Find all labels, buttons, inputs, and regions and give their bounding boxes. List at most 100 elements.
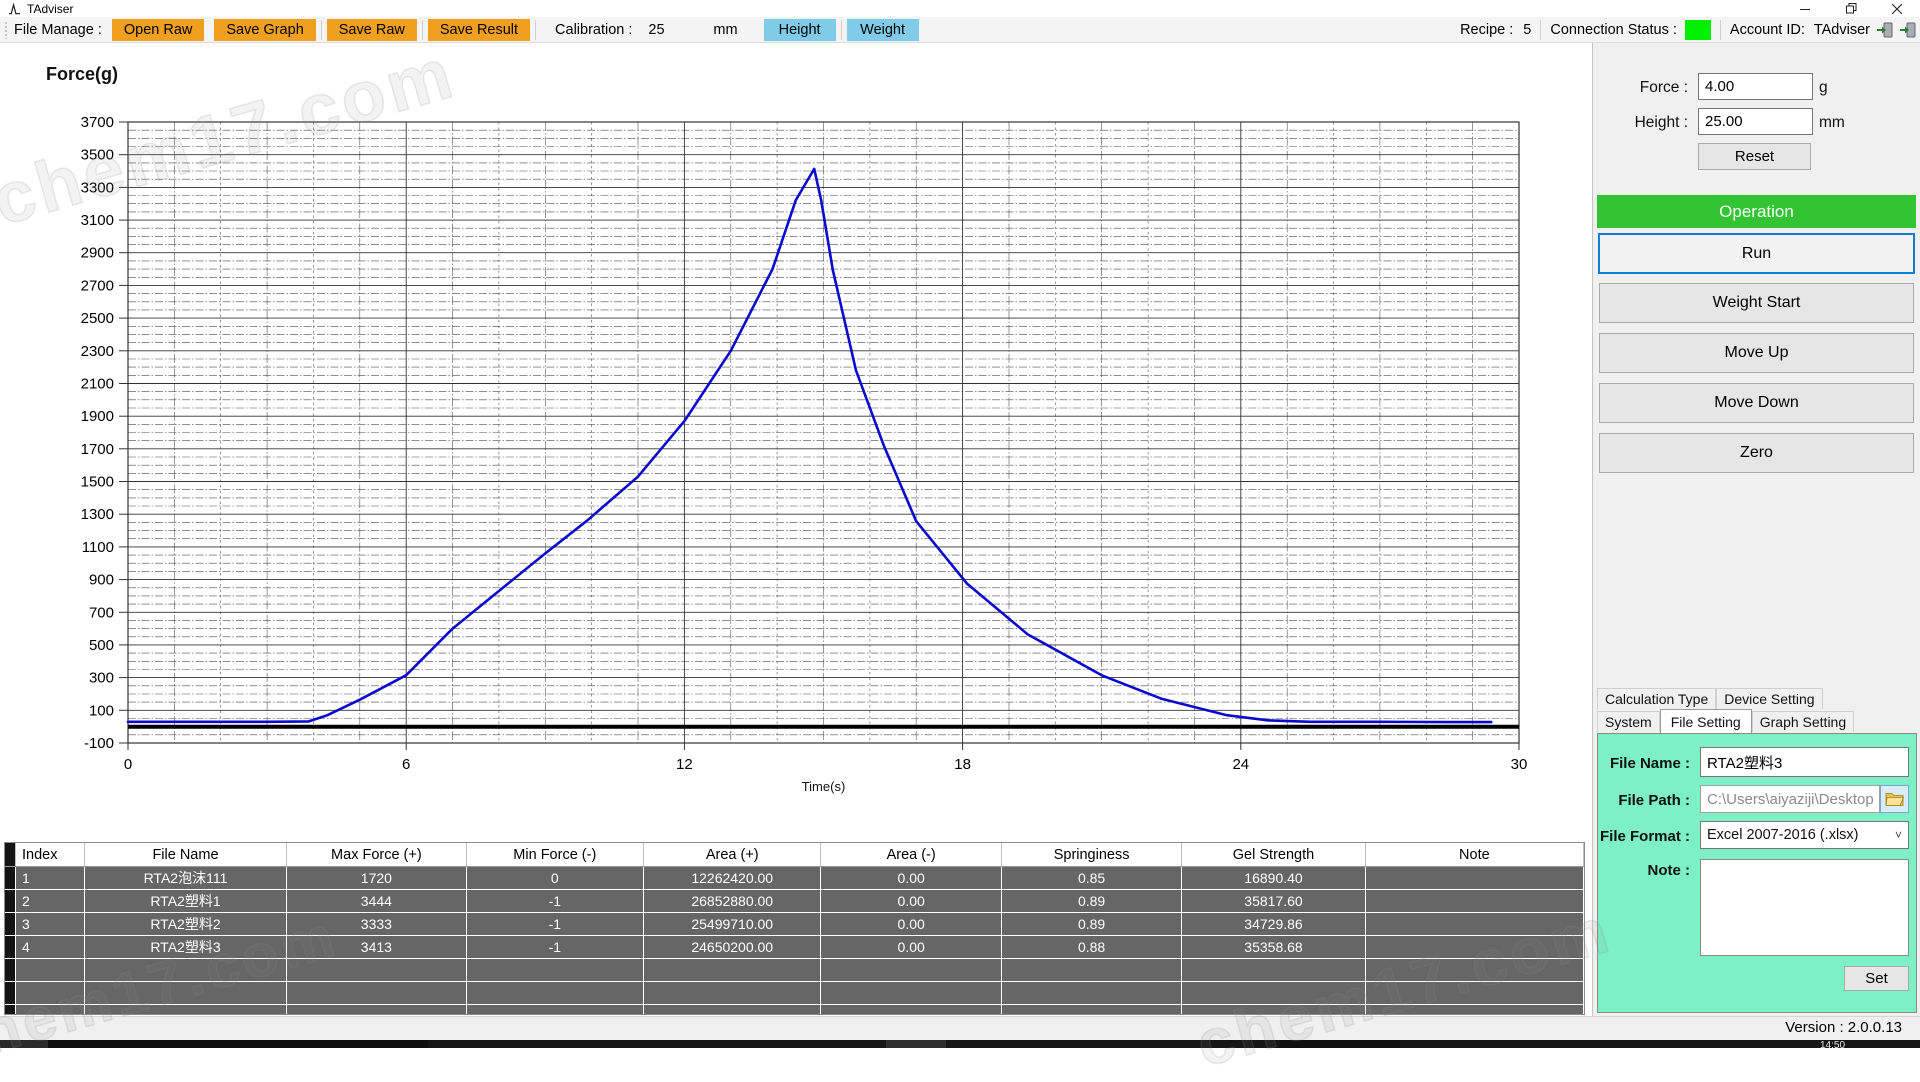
svg-text:1100: 1100: [82, 539, 114, 556]
calibration-value[interactable]: 25: [648, 22, 703, 38]
table-column-header: Area (-): [821, 843, 1001, 866]
row-header-cell: [5, 913, 16, 935]
table-cell: 35817.60: [1182, 890, 1365, 912]
reset-button[interactable]: Reset: [1698, 143, 1811, 170]
table-row[interactable]: [5, 982, 1584, 1005]
height-mode-button[interactable]: Height: [764, 19, 836, 41]
calibration-unit-label: mm: [713, 22, 737, 38]
file-format-value: Excel 2007-2016 (.xlsx): [1707, 827, 1859, 843]
svg-text:900: 900: [89, 572, 114, 589]
zero-button[interactable]: Zero: [1599, 433, 1914, 473]
table-column-header: Index: [16, 843, 85, 866]
file-setting-panel: File Name : File Path : File Format : Ex…: [1597, 733, 1917, 1013]
height-unit-label: mm: [1819, 114, 1845, 132]
move-up-button[interactable]: Move Up: [1599, 333, 1914, 373]
tab-system[interactable]: System: [1597, 711, 1660, 732]
force-unit-label: g: [1819, 79, 1828, 97]
table-column-header: Area (+): [644, 843, 821, 866]
table-cell: RTA2塑料1: [85, 890, 287, 912]
table-cell: 0.85: [1002, 867, 1182, 889]
toolbar-separator: [321, 20, 322, 40]
table-cell: [287, 982, 466, 1004]
file-name-input[interactable]: [1700, 747, 1909, 777]
chevron-down-icon: ˅: [1895, 828, 1902, 842]
table-row[interactable]: 1RTA2泡沫1111720012262420.000.000.8516890.…: [5, 867, 1584, 890]
weight-mode-button[interactable]: Weight: [847, 19, 919, 41]
row-header-cell: [5, 936, 16, 958]
results-table[interactable]: IndexFile NameMax Force (+)Min Force (-)…: [4, 842, 1585, 1015]
table-cell: 35358.68: [1182, 936, 1365, 958]
login-icon[interactable]: [1876, 22, 1893, 38]
logout-icon[interactable]: [1899, 22, 1916, 38]
file-path-label: File Path :: [1598, 792, 1690, 809]
calibration-label: Calibration :: [555, 22, 632, 38]
file-path-input[interactable]: [1700, 785, 1880, 813]
table-cell: [1002, 982, 1182, 1004]
save-graph-button[interactable]: Save Graph: [214, 19, 315, 41]
taskbar-apps-area[interactable]: [1280, 1040, 1400, 1048]
table-cell: [1002, 959, 1182, 981]
table-cell: [467, 982, 644, 1004]
svg-text:3700: 3700: [81, 114, 114, 131]
table-row[interactable]: 2RTA2塑料13444-126852880.000.000.8935817.6…: [5, 890, 1584, 913]
height-input[interactable]: [1698, 108, 1813, 135]
toolbar-separator: [841, 20, 842, 40]
table-cell: 0.00: [821, 890, 1001, 912]
table-column-header: Gel Strength: [1182, 843, 1365, 866]
table-cell: 12262420.00: [644, 867, 821, 889]
version-label: Version : 2.0.0.13: [1785, 1019, 1902, 1036]
note-textarea[interactable]: [1700, 859, 1909, 956]
windows-taskbar[interactable]: 14:50: [0, 1040, 1920, 1048]
set-button[interactable]: Set: [1844, 966, 1909, 991]
table-cell: -1: [467, 890, 644, 912]
toolbar-right-group: Recipe : 5 Connection Status : Account I…: [1460, 20, 1916, 40]
table-cell: [1182, 982, 1365, 1004]
taskbar-start-area[interactable]: [0, 1040, 48, 1048]
table-cell: RTA2塑料2: [85, 913, 287, 935]
run-button[interactable]: Run: [1598, 233, 1915, 274]
connection-status-indicator: [1685, 20, 1711, 40]
save-raw-button[interactable]: Save Raw: [327, 19, 417, 41]
table-cell: 3444: [287, 890, 466, 912]
save-result-button[interactable]: Save Result: [428, 19, 530, 41]
table-row[interactable]: [5, 959, 1584, 982]
move-down-button[interactable]: Move Down: [1599, 383, 1914, 423]
tab-graph-setting[interactable]: Graph Setting: [1752, 711, 1854, 732]
table-cell: [467, 959, 644, 981]
close-button[interactable]: [1874, 0, 1920, 17]
title-bar: TAdviser: [0, 0, 1920, 18]
svg-text:100: 100: [89, 702, 114, 719]
weight-start-button[interactable]: Weight Start: [1599, 283, 1914, 323]
table-cell: [85, 982, 287, 1004]
taskbar-apps-area[interactable]: [48, 1040, 428, 1048]
tab-calculation-type[interactable]: Calculation Type: [1597, 688, 1716, 709]
minimize-button[interactable]: [1782, 0, 1828, 17]
taskbar-clock: 14:50: [1820, 1040, 1845, 1048]
table-header-row: IndexFile NameMax Force (+)Min Force (-)…: [5, 843, 1584, 867]
table-cell: [1366, 1005, 1584, 1015]
taskbar-app-button[interactable]: [886, 1040, 946, 1048]
window-title: TAdviser: [27, 2, 73, 16]
force-input[interactable]: [1698, 73, 1813, 100]
file-manage-label: File Manage :: [14, 22, 102, 38]
svg-text:30: 30: [1511, 756, 1528, 773]
chart-x-axis-title: Time(s): [128, 779, 1519, 794]
height-input-label: Height :: [1593, 114, 1688, 132]
status-bar: Version : 2.0.0.13: [0, 1016, 1920, 1040]
svg-text:2500: 2500: [81, 310, 114, 327]
close-icon: [1892, 4, 1902, 14]
table-cell: 0.00: [821, 913, 1001, 935]
browse-folder-button[interactable]: [1880, 785, 1909, 813]
tab-device-setting[interactable]: Device Setting: [1716, 688, 1822, 709]
open-raw-button[interactable]: Open Raw: [112, 19, 205, 41]
table-row[interactable]: 4RTA2塑料33413-124650200.000.000.8835358.6…: [5, 936, 1584, 959]
tab-file-setting[interactable]: File Setting: [1660, 709, 1752, 733]
table-cell: [16, 959, 85, 981]
file-format-dropdown[interactable]: Excel 2007-2016 (.xlsx) ˅: [1700, 821, 1909, 849]
table-cell: [821, 1005, 1001, 1015]
restore-button[interactable]: [1828, 0, 1874, 17]
control-side-panel: Force : g Height : mm Reset Operation Ru…: [1592, 43, 1920, 1016]
svg-text:1700: 1700: [81, 441, 114, 458]
table-row[interactable]: [5, 1005, 1584, 1015]
table-row[interactable]: 3RTA2塑料23333-125499710.000.000.8934729.8…: [5, 913, 1584, 936]
